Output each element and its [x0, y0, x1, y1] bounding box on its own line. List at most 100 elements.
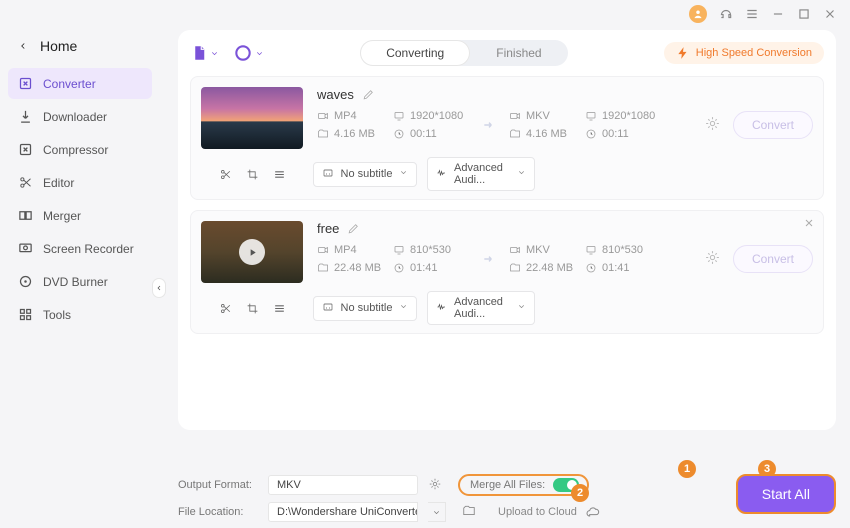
chevron-down-icon: [255, 49, 264, 58]
start-all-button[interactable]: Start All: [736, 474, 836, 514]
audio-select[interactable]: Advanced Audi...: [427, 157, 535, 191]
bottom-bar: Output Format: MKV Merge All Files: File…: [178, 468, 836, 522]
trim-icon[interactable]: [219, 302, 232, 315]
tab-label: Converting: [386, 46, 444, 60]
tab-finished[interactable]: Finished: [470, 40, 567, 66]
sidebar-item-label: Screen Recorder: [43, 242, 134, 256]
clock-icon: [393, 262, 405, 274]
folder-icon: [462, 504, 476, 518]
folder-icon: [509, 128, 521, 140]
subtitle-value: No subtitle: [341, 302, 393, 314]
tab-label: Finished: [496, 46, 541, 60]
output-settings-button[interactable]: [704, 249, 721, 269]
sidebar-item-dvd-burner[interactable]: DVD Burner: [8, 266, 152, 297]
dst-duration: 01:41: [602, 262, 630, 274]
dst-res: 1920*1080: [602, 110, 655, 122]
sidebar-item-label: Downloader: [43, 110, 107, 124]
subtitle-value: No subtitle: [341, 168, 393, 180]
subtitle-icon: [322, 167, 334, 179]
src-format: MP4: [334, 244, 357, 256]
minimize-button[interactable]: [771, 7, 785, 21]
sidebar-item-label: Editor: [43, 176, 74, 190]
sidebar-item-editor[interactable]: Editor: [8, 167, 152, 198]
sidebar-item-label: DVD Burner: [43, 275, 108, 289]
subtitle-icon: [322, 301, 334, 313]
resolution-icon: [393, 110, 405, 122]
crop-icon[interactable]: [246, 168, 259, 181]
more-icon[interactable]: [273, 302, 286, 315]
arrow-right-icon: [480, 252, 498, 266]
merge-all-toggle[interactable]: Merge All Files:: [458, 474, 589, 496]
resolution-icon: [393, 244, 405, 256]
sidebar-item-label: Merger: [43, 209, 81, 223]
file-list: waves MP4 4.16 MB 1920*1080 00: [190, 76, 824, 334]
maximize-button[interactable]: [797, 7, 811, 21]
add-url-button[interactable]: [233, 43, 264, 63]
merger-icon: [18, 208, 33, 223]
video-format-icon: [509, 244, 521, 256]
folder-icon: [509, 262, 521, 274]
dst-size: 4.16 MB: [526, 128, 567, 140]
clock-icon: [585, 128, 597, 140]
crop-icon[interactable]: [246, 302, 259, 315]
output-format-label: Output Format:: [178, 479, 258, 491]
video-thumbnail[interactable]: [201, 221, 303, 283]
chevron-down-icon: [399, 302, 408, 311]
src-res: 1920*1080: [410, 110, 463, 122]
output-settings-button[interactable]: [704, 115, 721, 135]
high-speed-toggle[interactable]: High Speed Conversion: [664, 42, 824, 64]
tab-converting[interactable]: Converting: [360, 40, 470, 66]
rename-icon[interactable]: [362, 88, 375, 101]
arrow-right-icon: [480, 118, 498, 132]
user-avatar[interactable]: [689, 5, 707, 23]
downloader-icon: [18, 109, 33, 124]
sidebar-item-tools[interactable]: Tools: [8, 299, 152, 330]
home-label: Home: [40, 38, 77, 54]
support-icon[interactable]: [719, 7, 733, 21]
dst-size: 22.48 MB: [526, 262, 573, 274]
output-format-settings-button[interactable]: [428, 477, 442, 494]
file-location-value[interactable]: D:\Wondershare UniConverter 1: [268, 502, 418, 522]
remove-file-button[interactable]: [803, 217, 815, 232]
main-area: Converting Finished High Speed Conversio…: [160, 22, 850, 528]
upload-to-cloud[interactable]: Upload to Cloud: [498, 504, 601, 520]
more-icon[interactable]: [273, 168, 286, 181]
chevron-down-icon: [432, 508, 441, 517]
dst-format: MKV: [526, 244, 550, 256]
video-format-icon: [317, 110, 329, 122]
upload-label: Upload to Cloud: [498, 506, 577, 518]
src-duration: 00:11: [410, 128, 437, 140]
home-link[interactable]: Home: [8, 32, 152, 68]
audio-select[interactable]: Advanced Audi...: [427, 291, 535, 325]
sidebar-item-converter[interactable]: Converter: [8, 68, 152, 99]
sidebar-item-merger[interactable]: Merger: [8, 200, 152, 231]
annotation-badge-2: 2: [571, 484, 589, 502]
menu-icon[interactable]: [745, 7, 759, 21]
dst-res: 810*530: [602, 244, 643, 256]
dst-format: MKV: [526, 110, 550, 122]
convert-button[interactable]: Convert: [733, 111, 813, 139]
close-button[interactable]: [823, 7, 837, 21]
clock-icon: [585, 262, 597, 274]
screen-recorder-icon: [18, 241, 33, 256]
trim-icon[interactable]: [219, 168, 232, 181]
sidebar-item-downloader[interactable]: Downloader: [8, 101, 152, 132]
src-format: MP4: [334, 110, 357, 122]
gear-icon: [428, 477, 442, 491]
add-file-button[interactable]: [190, 44, 219, 62]
rename-icon[interactable]: [347, 222, 360, 235]
close-icon: [803, 217, 815, 229]
sidebar-item-screen-recorder[interactable]: Screen Recorder: [8, 233, 152, 264]
converter-panel: Converting Finished High Speed Conversio…: [178, 30, 836, 430]
convert-button[interactable]: Convert: [733, 245, 813, 273]
subtitle-select[interactable]: No subtitle: [313, 162, 417, 187]
resolution-icon: [585, 110, 597, 122]
browse-folder-button[interactable]: [462, 504, 476, 521]
sidebar-item-compressor[interactable]: Compressor: [8, 134, 152, 165]
output-format-value[interactable]: MKV: [268, 475, 418, 495]
file-location-dropdown[interactable]: [428, 502, 446, 522]
converter-icon: [18, 76, 33, 91]
file-card: waves MP4 4.16 MB 1920*1080 00: [190, 76, 824, 200]
video-thumbnail[interactable]: [201, 87, 303, 149]
subtitle-select[interactable]: No subtitle: [313, 296, 417, 321]
